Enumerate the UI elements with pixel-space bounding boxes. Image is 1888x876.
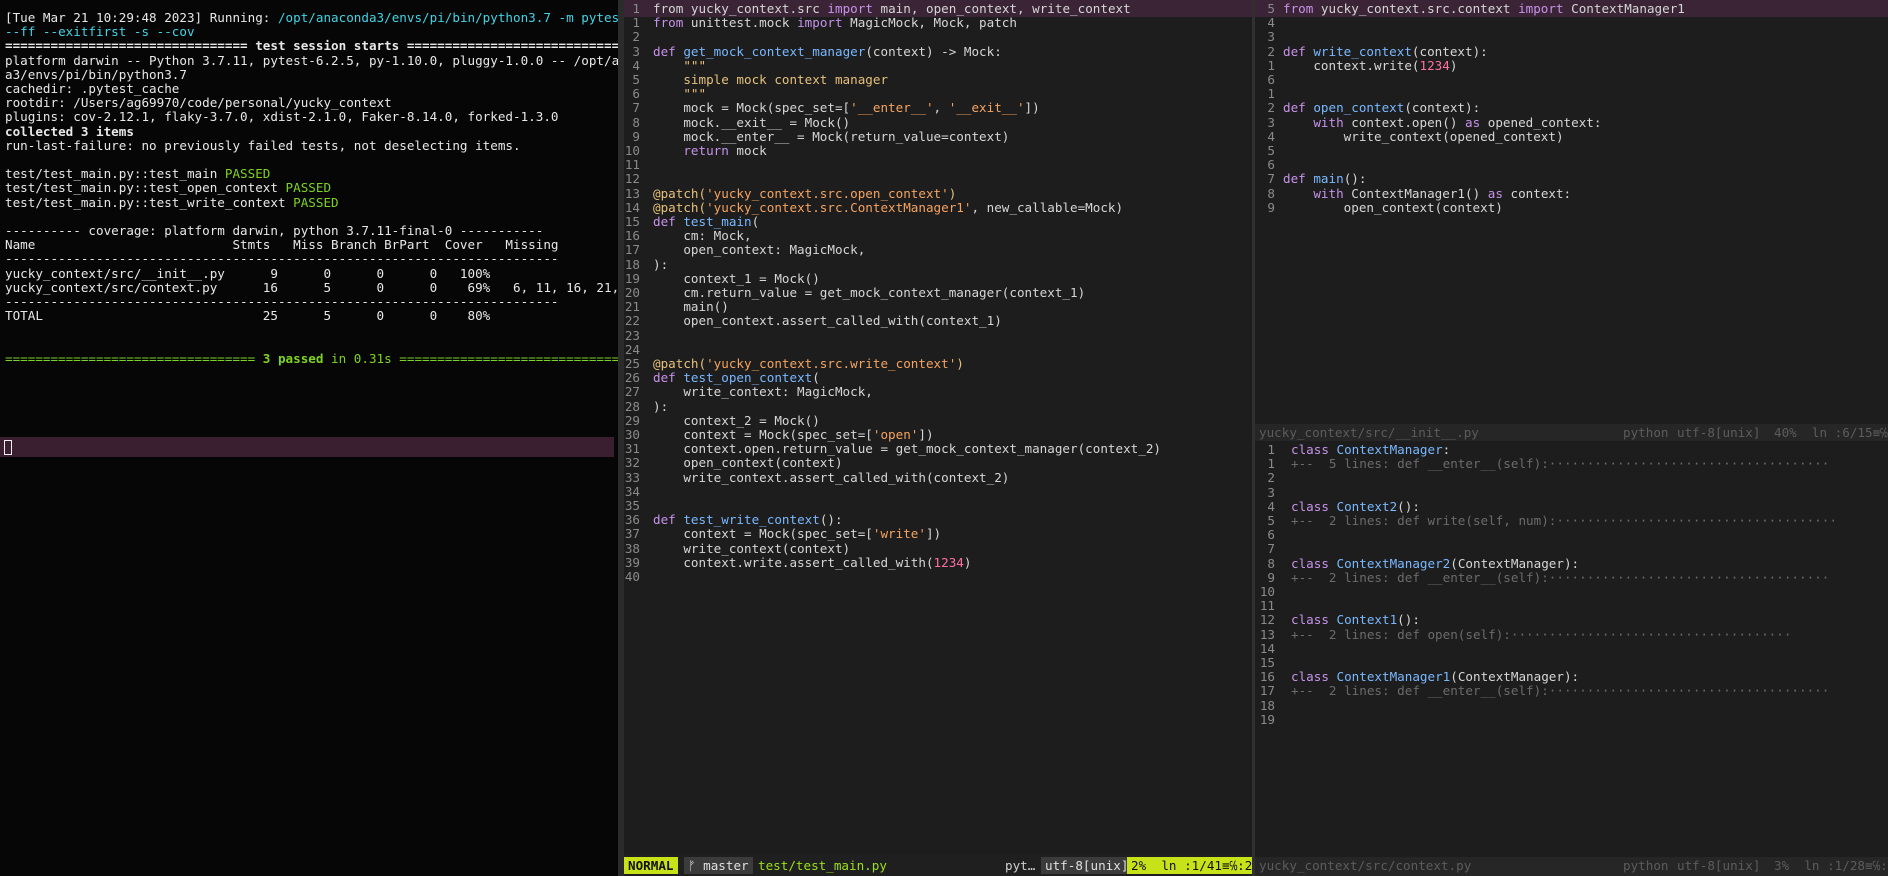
- code-token: context.write(: [1283, 57, 1420, 73]
- code-token: test/test_main.py::test_write_context: [5, 194, 294, 210]
- code-line[interactable]: write_context.assert_called_with(context…: [653, 469, 1009, 486]
- code-token: 'write': [872, 526, 926, 542]
- code-token: yucky_context.src.context: [1320, 1, 1519, 16]
- code-token: from: [653, 15, 691, 31]
- file-encoding-init: utf-8[unix]: [1677, 425, 1761, 440]
- code-line[interactable]: context.write.assert_called_with(1234): [653, 554, 971, 571]
- terminal-line: test/test_main.py::test_write_context PA…: [5, 194, 339, 211]
- code-token: write_context.assert_called_with(context…: [653, 469, 1010, 485]
- file-type: pyt…: [1005, 858, 1036, 873]
- code-line[interactable]: +-- 2 lines: def write(self, num):······…: [1291, 512, 1837, 529]
- code-token: import: [797, 15, 851, 31]
- code-line[interactable]: write_context: MagicMock,: [653, 383, 873, 400]
- file-encoding-context: utf-8[unix]: [1677, 858, 1761, 873]
- code-line[interactable]: from unittest.mock import MagicMock, Moc…: [653, 14, 1017, 31]
- cursor-position-init: 40% ln :6/15≡℅:1: [1774, 425, 1888, 440]
- code-token: +-- 2 lines: def __enter__(self):·······…: [1291, 683, 1830, 699]
- code-line[interactable]: write_context(opened_context): [1283, 128, 1564, 145]
- terminal-input-line[interactable]: [0, 437, 614, 457]
- line-number: 19: [1259, 711, 1275, 727]
- code-token: ,: [933, 100, 949, 116]
- code-token: PASSED: [293, 194, 339, 210]
- code-token: from: [1283, 1, 1321, 16]
- code-token: ): [956, 356, 964, 371]
- code-token: write_context: MagicMock,: [653, 384, 873, 400]
- code-token: 1234: [933, 554, 964, 570]
- code-token: +-- 2 lines: def open(self):············…: [1291, 626, 1792, 642]
- code-token: run-last-failure: no previously failed t…: [5, 137, 521, 153]
- code-line[interactable]: from yucky_context.src.context import Co…: [1283, 0, 1685, 17]
- code-token: context:: [1510, 185, 1572, 201]
- code-token: MagicMock, Mock, patch: [850, 15, 1017, 31]
- code-token: ]): [1024, 100, 1040, 116]
- mode-indicator: NORMAL: [624, 857, 678, 874]
- code-token: 1234: [1419, 57, 1450, 73]
- code-line[interactable]: context.write(1234): [1283, 57, 1457, 74]
- code-token: =================================: [5, 350, 263, 366]
- code-line[interactable]: +-- 2 lines: def __enter__(self):·······…: [1291, 682, 1829, 699]
- code-token: write_context(opened_context): [1283, 128, 1564, 144]
- terminal-pane[interactable]: [Tue Mar 21 10:29:48 2023] Running: /opt…: [0, 0, 618, 876]
- code-token: ]): [925, 526, 942, 542]
- terminal-line: TOTAL 25 5 0 0 80%: [5, 307, 490, 324]
- code-token: import: [1518, 1, 1572, 16]
- code-token: get_mock_context_manager: [683, 43, 866, 59]
- code-token: , new_callable=Mock): [971, 199, 1124, 215]
- code-token: TOTAL 25 5 0 0 80%: [5, 308, 491, 324]
- code-token: open_context(context): [1283, 199, 1503, 215]
- line-number: 9: [1267, 199, 1275, 215]
- code-token: '__enter__': [850, 100, 934, 116]
- code-line[interactable]: open_context: MagicMock,: [653, 241, 865, 258]
- file-name: test/test_main.py: [758, 858, 887, 873]
- code-token: '__exit__': [948, 100, 1025, 116]
- file-type-context: python: [1623, 858, 1669, 873]
- code-line[interactable]: return mock: [653, 142, 767, 159]
- code-token: open_context.assert_called_with(context_…: [653, 313, 1002, 329]
- code-token: 3 passed: [262, 350, 324, 366]
- code-token: return: [653, 143, 737, 158]
- line-number: 40: [624, 569, 640, 584]
- terminal-line: ================================= 3 pass…: [5, 350, 618, 367]
- terminal-line: run-last-failure: no previously failed t…: [5, 137, 521, 154]
- code-token: open_context: MagicMock,: [653, 242, 866, 258]
- file-type-init: python: [1623, 425, 1669, 440]
- file-encoding: utf-8[unix]: [1041, 857, 1133, 874]
- file-name-init: yucky_context/src/__init__.py: [1259, 425, 1479, 440]
- code-token: ): [1449, 57, 1458, 73]
- file-name-context: yucky_context/src/context.py: [1259, 858, 1472, 873]
- code-token: ContextManager1: [1571, 1, 1685, 16]
- terminal-cursor: [4, 440, 12, 455]
- editor-right-column[interactable]: 5 from yucky_context.src.context import C…: [1255, 0, 1888, 876]
- code-token: +-- 2 lines: def write(self, num):······…: [1291, 513, 1837, 528]
- cursor-position-context: 3% ln :1/28≡℅:1: [1774, 858, 1888, 873]
- code-token: ): [963, 554, 972, 570]
- code-token: (context) -> Mock:: [865, 43, 1002, 59]
- code-token: (: [751, 214, 760, 229]
- code-token: =================================: [399, 350, 618, 366]
- code-line[interactable]: +-- 2 lines: def __enter__(self):·······…: [1291, 569, 1829, 586]
- git-branch: ᚠ master: [684, 857, 753, 874]
- code-token: +-- 5 lines: def __enter__(self):·······…: [1291, 456, 1830, 472]
- cursor-position: 2% ln :1/41≡℅:21: [1127, 857, 1252, 874]
- code-line[interactable]: open_context.assert_called_with(context_…: [653, 312, 1002, 329]
- code-token: in 0.31s: [323, 350, 392, 366]
- code-token: mock: [736, 143, 767, 158]
- code-line[interactable]: open_context(context): [1283, 199, 1503, 216]
- code-line[interactable]: +-- 2 lines: def open(self):············…: [1291, 626, 1791, 643]
- code-token: context.write.assert_called_with(: [653, 554, 934, 570]
- code-token: +-- 2 lines: def __enter__(self):·······…: [1291, 569, 1830, 585]
- code-token: /opt/anaconda3/envs/pi/bin/python3.7 -m …: [277, 10, 618, 25]
- code-line[interactable]: +-- 5 lines: def __enter__(self):·······…: [1291, 455, 1829, 472]
- code-token: unittest.mock: [690, 15, 798, 31]
- editor-test-main[interactable]: 1 from yucky_context.src import main, ope…: [624, 0, 1252, 876]
